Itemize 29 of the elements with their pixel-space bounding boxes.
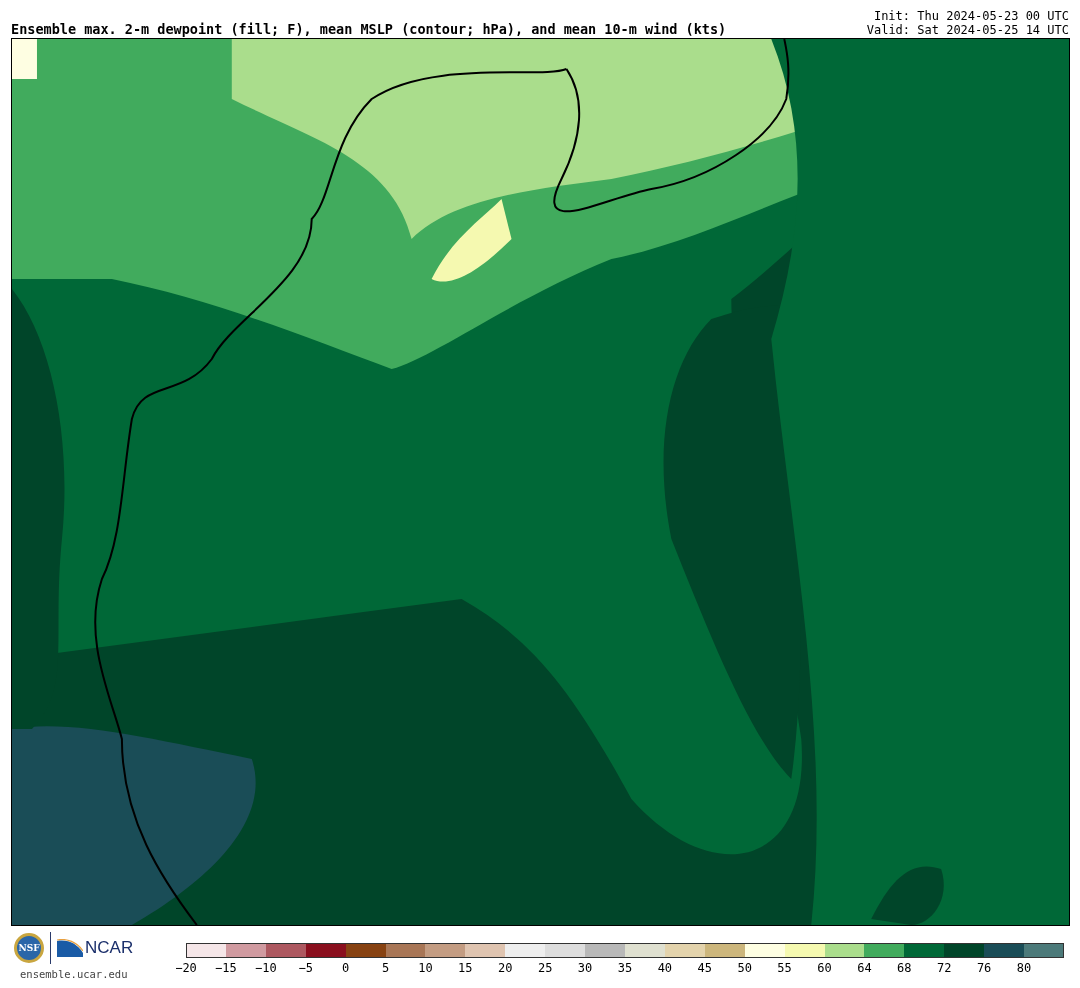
tick-label: 68 — [897, 961, 912, 975]
tick-label: 50 — [737, 961, 752, 975]
tick-label: 60 — [817, 961, 832, 975]
ncar-logo: NCAR — [85, 938, 134, 958]
tick-label: 80 — [1016, 961, 1032, 975]
tick-label: 10 — [418, 961, 433, 975]
tick-label: 76 — [976, 961, 992, 975]
valid-time: Valid: Sat 2024-05-25 14 UTC — [866, 23, 1069, 37]
tick-label: −20 — [175, 961, 197, 975]
tick-label: 72 — [937, 961, 952, 975]
tick-label: 0 — [342, 961, 350, 975]
tick-label: 30 — [577, 961, 593, 975]
tick-label: 40 — [657, 961, 673, 975]
tick-label: 25 — [537, 961, 553, 975]
swoosh-icon — [57, 939, 83, 957]
site-url: ensemble.ucar.edu — [20, 968, 128, 980]
chart-title: Ensemble max. 2-m dewpoint (fill; F), mean MSLP (contour; hPa), and mean 10-m wind (kts) — [11, 21, 727, 37]
tick-label: 64 — [857, 961, 872, 975]
tick-label: −5 — [298, 961, 313, 975]
tick-label: 35 — [617, 961, 633, 975]
tick-label: −15 — [215, 961, 237, 975]
tick-label: 55 — [777, 961, 792, 975]
tick-label: 5 — [381, 961, 390, 975]
tick-label: 20 — [498, 961, 513, 975]
nsf-logo: NSF — [14, 933, 44, 963]
tick-label: 45 — [697, 961, 712, 975]
tick-label: 15 — [458, 961, 473, 975]
init-time: Init: Thu 2024-05-23 00 UTC — [873, 9, 1069, 23]
tick-label: −10 — [254, 961, 277, 975]
